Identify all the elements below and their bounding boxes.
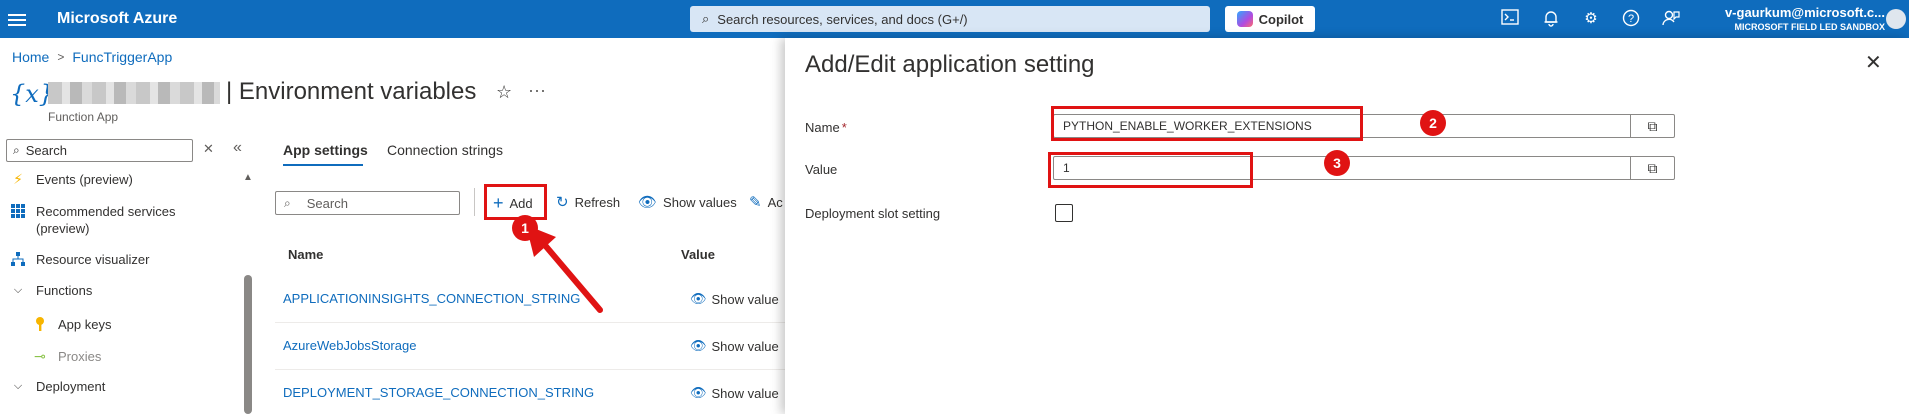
slot-setting-label: Deployment slot setting: [805, 206, 941, 221]
account-info[interactable]: v-gaurkum@microsoft.c... MICROSOFT FIELD…: [1715, 5, 1885, 32]
azure-top-bar: Microsoft Azure ⌕ Search resources, serv…: [0, 0, 1909, 38]
breadcrumb-app[interactable]: FuncTriggerApp: [72, 49, 172, 65]
redacted-resource-name: [48, 82, 220, 104]
value-field-label: Value: [805, 162, 838, 177]
name-field-label: Name *: [805, 120, 847, 135]
eye-icon: 👁︎: [690, 385, 707, 400]
brand-title[interactable]: Microsoft Azure: [57, 10, 177, 28]
close-icon[interactable]: ✕: [1865, 50, 1882, 75]
nav-scrollbar-thumb[interactable]: [244, 275, 252, 414]
show-values-button[interactable]: 👁︎ Show values: [638, 193, 737, 211]
refresh-icon: ↻: [556, 194, 569, 211]
column-header-value[interactable]: Value: [681, 247, 715, 262]
user-name: v-gaurkum@microsoft.c...: [1724, 5, 1885, 20]
nav-group-deployment[interactable]: ⌵ Deployment: [10, 378, 106, 394]
pencil-icon: ✎: [749, 194, 762, 211]
add-edit-setting-panel: Add/Edit application setting ✕ Name * PYT…: [785, 38, 1909, 414]
annotation-arrow-icon: [526, 225, 603, 313]
chevron-down-icon: ⌵: [13, 283, 23, 296]
annotation-box-value: [1048, 152, 1253, 188]
step-badge-3: 3: [1324, 150, 1350, 176]
show-value-button[interactable]: 👁︎ Show value: [690, 338, 779, 354]
copy-icon: ⧉: [1647, 159, 1658, 176]
copy-name-button[interactable]: ⧉: [1630, 115, 1674, 137]
advanced-edit-button[interactable]: ✎ Ac: [749, 193, 783, 211]
search-icon: ⌕: [284, 195, 291, 210]
setting-name-link[interactable]: DEPLOYMENT_STORAGE_CONNECTION_STRING: [283, 385, 594, 400]
nav-search-input[interactable]: ⌕ Search: [6, 139, 193, 162]
grid-icon: [10, 203, 26, 219]
chevron-right-icon: >: [57, 50, 65, 64]
copilot-button[interactable]: Copilot: [1225, 6, 1315, 32]
deployment-slot-checkbox[interactable]: [1055, 204, 1073, 222]
search-icon: ⌕: [13, 143, 20, 157]
panel-title: Add/Edit application setting: [805, 51, 1095, 78]
clear-search-icon[interactable]: ✕: [203, 141, 214, 157]
copilot-label: Copilot: [1258, 11, 1304, 27]
required-marker: *: [841, 120, 847, 135]
proxy-icon: ⊸: [34, 347, 46, 364]
key-icon: [32, 316, 48, 332]
step-badge-2: 2: [1420, 110, 1446, 136]
table-row[interactable]: AzureWebJobsStorage 👁︎ Show value: [275, 323, 785, 370]
cloud-shell-icon[interactable]: [1500, 9, 1520, 29]
favorite-star-icon[interactable]: ☆: [496, 82, 512, 103]
column-header-name[interactable]: Name: [288, 247, 323, 262]
eye-icon: 👁︎: [690, 291, 707, 306]
bell-icon[interactable]: [1541, 9, 1561, 29]
show-value-button[interactable]: 👁︎ Show value: [690, 385, 779, 401]
step-badge-1: 1: [512, 215, 538, 241]
hierarchy-icon: [10, 251, 26, 267]
more-options-icon[interactable]: ···: [528, 80, 546, 101]
hamburger-menu-icon[interactable]: [8, 11, 26, 27]
refresh-button[interactable]: ↻ Refresh: [556, 193, 620, 211]
eye-icon: 👁︎: [638, 194, 658, 211]
setting-name-link[interactable]: AzureWebJobsStorage: [283, 338, 416, 353]
collapse-nav-icon[interactable]: «: [233, 139, 242, 157]
nav-search-placeholder: Search: [25, 143, 67, 158]
lightning-icon: ⚡: [13, 170, 23, 187]
eye-icon: 👁︎: [690, 338, 707, 353]
avatar[interactable]: [1886, 9, 1906, 29]
resource-type: Function App: [48, 110, 119, 124]
nav-item-events[interactable]: ⚡ Events (preview): [10, 171, 133, 187]
global-search-input[interactable]: ⌕ Search resources, services, and docs (…: [690, 6, 1210, 32]
nav-group-functions[interactable]: ⌵ Functions: [10, 282, 93, 298]
breadcrumb-home[interactable]: Home: [12, 49, 49, 65]
nav-item-resource-visualizer[interactable]: Resource visualizer: [10, 251, 149, 267]
table-row[interactable]: DEPLOYMENT_STORAGE_CONNECTION_STRING 👁︎ S…: [275, 370, 785, 414]
gear-icon[interactable]: ⚙: [1581, 9, 1601, 29]
help-icon[interactable]: ?: [1621, 9, 1641, 29]
nav-item-recommended-services[interactable]: Recommended services (preview): [10, 203, 175, 237]
show-value-button[interactable]: 👁︎ Show value: [690, 291, 779, 307]
toolbar-divider: [474, 188, 475, 216]
active-tab-indicator: [283, 164, 363, 166]
breadcrumb: Home > FuncTriggerApp: [12, 49, 172, 65]
feedback-icon[interactable]: [1661, 9, 1681, 29]
nav-item-proxies[interactable]: ⊸ Proxies: [32, 348, 101, 364]
tab-connection-strings[interactable]: Connection strings: [387, 142, 503, 158]
copy-value-button[interactable]: ⧉: [1630, 157, 1674, 179]
settings-search-input[interactable]: ⌕ Search: [275, 191, 460, 215]
user-org: MICROSOFT FIELD LED SANDBOX: [1734, 22, 1886, 32]
page-title: | Environment variables: [226, 78, 477, 105]
global-search-placeholder: Search resources, services, and docs (G+…: [717, 11, 968, 27]
svg-text:?: ?: [1628, 13, 1634, 25]
nav-item-app-keys[interactable]: App keys: [32, 316, 111, 332]
copy-icon: ⧉: [1647, 117, 1658, 134]
chevron-down-icon: ⌵: [13, 379, 23, 392]
annotation-box-name: [1051, 106, 1363, 141]
search-icon: ⌕: [702, 11, 710, 26]
annotation-box-add: [484, 184, 547, 220]
copilot-logo-icon: [1236, 11, 1253, 27]
scroll-up-arrow-icon[interactable]: ▲: [243, 172, 253, 183]
tab-app-settings[interactable]: App settings: [283, 142, 368, 158]
